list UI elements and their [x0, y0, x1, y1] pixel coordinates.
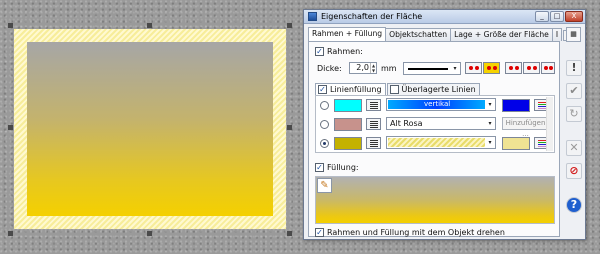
- line-fill-tabs: ✓ Linienfüllung Überlagerte Linien: [315, 83, 481, 95]
- tab-linienfuellung[interactable]: ✓ Linienfüllung: [315, 83, 386, 95]
- spinner-arrows-icon[interactable]: ▲ ▼: [370, 63, 376, 73]
- maximize-button[interactable]: □: [550, 11, 564, 22]
- chevron-down-icon: ▾: [488, 120, 492, 127]
- line-row-3-palette-button[interactable]: [366, 137, 381, 149]
- area-object-frame[interactable]: [14, 29, 286, 229]
- dicke-spinner[interactable]: 2,0 ▲ ▼: [349, 62, 377, 74]
- add-color-label: Hinzufügen ...: [505, 119, 546, 138]
- help-icon[interactable]: ?: [566, 197, 582, 213]
- chevron-down-icon: ▾: [488, 101, 492, 108]
- gradient-preview-vertical: vertikal: [388, 100, 485, 109]
- line-end-arrow-button[interactable]: [505, 62, 522, 74]
- selection-handle-top-center[interactable]: [147, 23, 152, 28]
- rahmen-fuellung-panel: ✓ Rahmen: Dicke: 2,0 ▲ ▼ mm ▾ ✓ Linienfül…: [308, 41, 560, 237]
- chevron-down-icon: ▾: [488, 139, 492, 146]
- selection-handle-middle-right[interactable]: [287, 125, 292, 130]
- line-row-2-color-name-select[interactable]: Alt Rosa ▾: [386, 117, 496, 130]
- line-fill-scrollbar[interactable]: [546, 97, 553, 151]
- grid-icon[interactable]: ▦: [566, 27, 581, 42]
- fuellung-label: Füllung:: [327, 163, 359, 172]
- pattern-preview-stripes: [388, 138, 485, 147]
- rotate-with-object-label: Rahmen und Füllung mit dem Objekt drehen: [327, 228, 505, 237]
- ueberlagerte-linien-label: Überlagerte Linien: [401, 85, 476, 94]
- area-properties-dialog: Eigenschaften der Fläche _ □ X Rahmen + …: [303, 9, 586, 240]
- tab-lage-groesse[interactable]: Lage + Größe der Fläche: [450, 28, 553, 41]
- refresh-icon[interactable]: ↻: [566, 106, 582, 122]
- minimize-button[interactable]: _: [535, 11, 549, 22]
- dialog-side-toolbar: ▦ ! ✔ ↻ ✕ ⊘ ?: [566, 27, 584, 220]
- dicke-label: Dicke:: [317, 64, 342, 73]
- selection-handle-top-right[interactable]: [287, 23, 292, 28]
- selection-handle-top-left[interactable]: [8, 23, 13, 28]
- fill-preview[interactable]: ✎: [315, 176, 555, 224]
- rotate-with-object-checkbox[interactable]: ✓: [315, 228, 324, 237]
- dialog-tabs: Rahmen + Füllung Objektschatten Lage + G…: [308, 27, 582, 41]
- line-fill-list: vertikal ▾ Alt Rosa ▾ Hinzufügen ... ▾: [315, 95, 555, 153]
- line-row-2-palette-button[interactable]: [366, 118, 381, 130]
- line-row-2-color-rose[interactable]: [334, 118, 362, 131]
- unit-label: mm: [381, 64, 397, 73]
- add-color-button[interactable]: Hinzufügen ...: [502, 117, 549, 138]
- no-entry-icon[interactable]: ⊘: [566, 163, 582, 179]
- line-style-select[interactable]: ▾: [403, 62, 461, 75]
- tab-overflow[interactable]: I: [551, 28, 563, 41]
- rahmen-checkbox[interactable]: ✓: [315, 47, 324, 56]
- line-end-red-button[interactable]: [465, 62, 482, 74]
- line-row-1-palette-button[interactable]: [366, 99, 381, 111]
- fuellung-checkbox[interactable]: ✓: [315, 163, 324, 172]
- line-end-yellow-button[interactable]: [483, 62, 500, 74]
- line-row-3-color-olive[interactable]: [334, 137, 362, 150]
- rahmen-label: Rahmen:: [327, 47, 363, 56]
- x-icon[interactable]: ✕: [566, 140, 582, 156]
- line-row-1-gradient-select[interactable]: vertikal ▾: [386, 98, 496, 111]
- line-end-arrow-right-button[interactable]: [523, 62, 540, 74]
- selection-handle-bottom-center[interactable]: [147, 231, 152, 236]
- gradient-label: vertikal: [424, 100, 451, 108]
- color-name: Alt Rosa: [390, 119, 423, 128]
- line-row-3-radio[interactable]: [320, 139, 329, 148]
- ueberlagerte-linien-checkbox[interactable]: [389, 85, 399, 94]
- chevron-down-icon: ▾: [453, 65, 457, 72]
- line-row-1-color-blue[interactable]: [502, 99, 530, 112]
- pencil-icon[interactable]: ✎: [317, 178, 332, 193]
- area-object-fill: [27, 42, 273, 216]
- line-row-2-radio[interactable]: [320, 120, 329, 129]
- checkmark-icon[interactable]: ✔: [566, 83, 582, 99]
- exclamation-icon[interactable]: !: [566, 60, 582, 76]
- linienfuellung-label: Linienfüllung: [330, 85, 382, 94]
- selection-handle-middle-left[interactable]: [8, 125, 13, 130]
- selection-handle-bottom-right[interactable]: [287, 231, 292, 236]
- tab-objektschatten[interactable]: Objektschatten: [385, 28, 452, 41]
- line-end-both-button[interactable]: [541, 62, 555, 74]
- dialog-title: Eigenschaften der Fläche: [321, 12, 423, 21]
- close-button[interactable]: X: [565, 11, 583, 22]
- app-icon: [308, 12, 317, 21]
- line-row-3-color-pale-yellow[interactable]: [502, 137, 530, 150]
- line-row-1-color-cyan[interactable]: [334, 99, 362, 112]
- tab-ueberlagerte-linien[interactable]: Überlagerte Linien: [386, 83, 480, 95]
- line-style-preview: [408, 68, 448, 70]
- dialog-titlebar[interactable]: Eigenschaften der Fläche _ □ X: [304, 10, 585, 24]
- selection-handle-bottom-left[interactable]: [8, 231, 13, 236]
- linienfuellung-checkbox[interactable]: ✓: [318, 85, 327, 94]
- dicke-value: 2,0: [356, 63, 369, 72]
- line-row-1-radio[interactable]: [320, 101, 329, 110]
- tab-rahmen-fuellung[interactable]: Rahmen + Füllung: [308, 27, 387, 41]
- line-row-3-pattern-select[interactable]: ▾: [386, 136, 496, 149]
